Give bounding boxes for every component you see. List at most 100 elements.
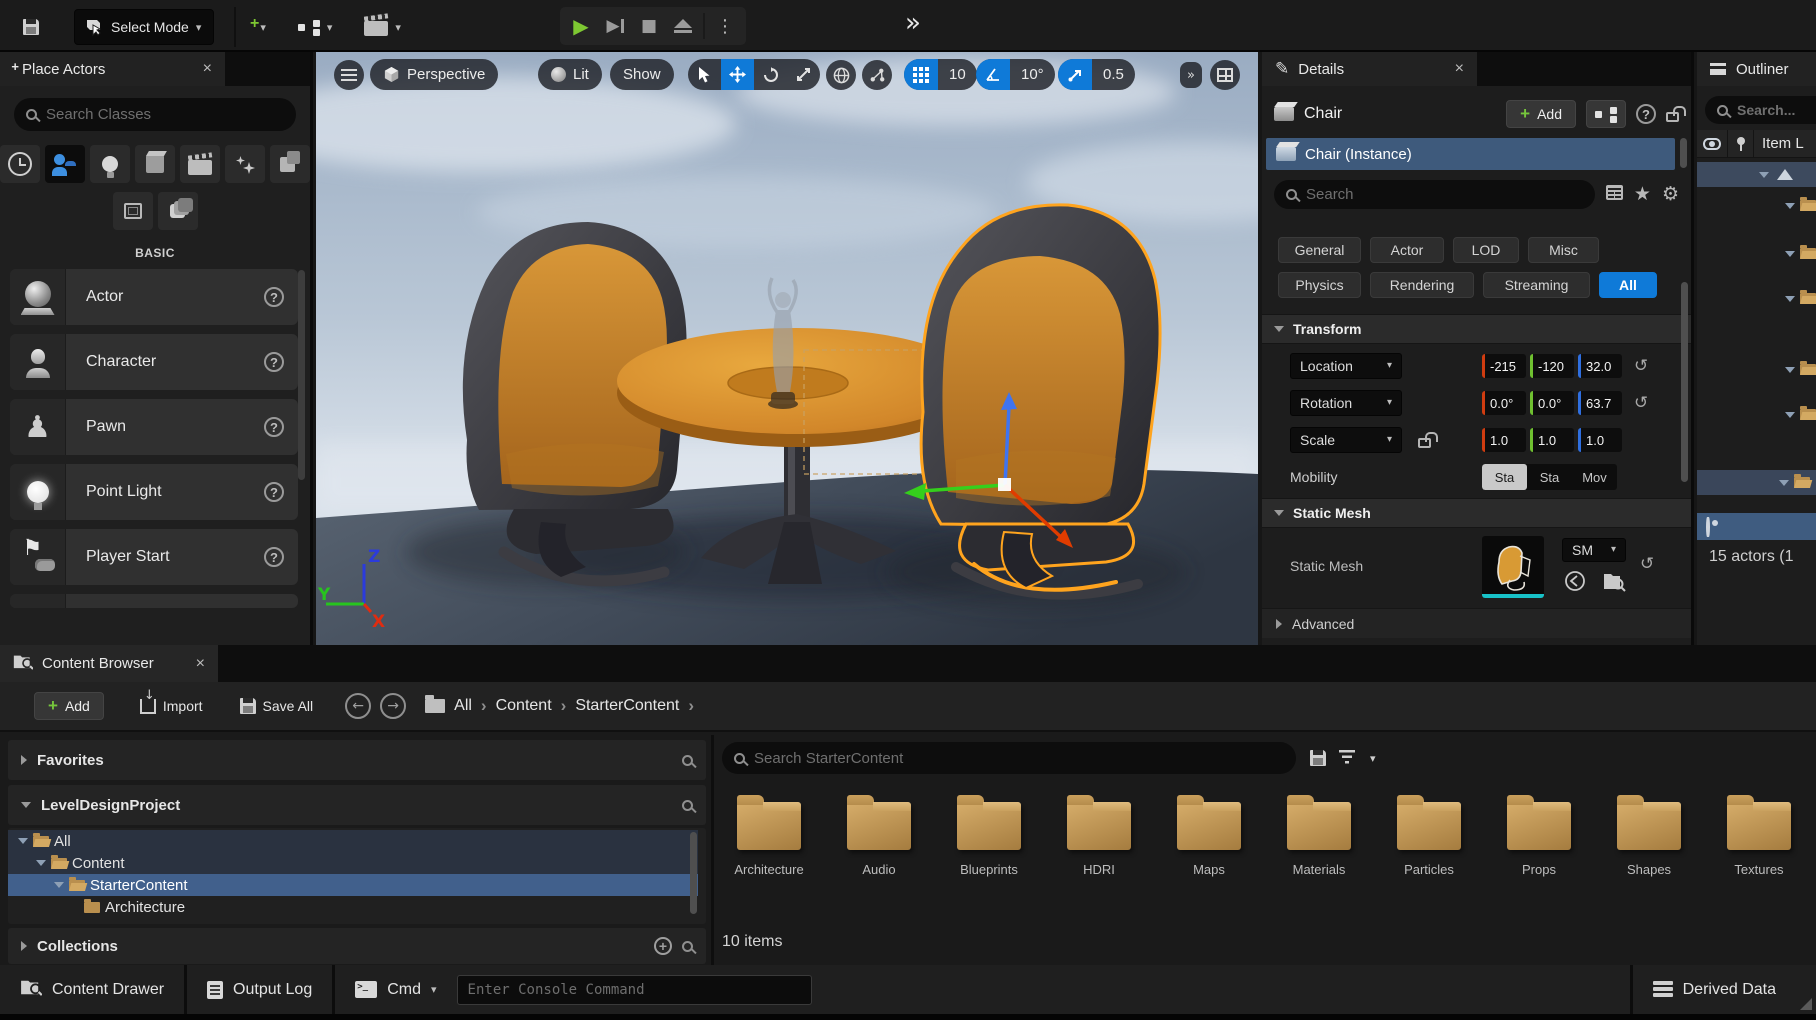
show-dropdown[interactable]: Show bbox=[610, 59, 674, 90]
save-all-button[interactable]: Save All bbox=[231, 688, 323, 724]
stop-button[interactable]: ■ bbox=[632, 9, 666, 43]
list-item-partial[interactable] bbox=[10, 594, 298, 608]
visibility-column-icon[interactable] bbox=[1697, 138, 1727, 150]
blueprints-button[interactable] bbox=[289, 9, 342, 45]
scale-x-input[interactable]: 1.0 bbox=[1482, 428, 1526, 452]
eject-button[interactable] bbox=[666, 9, 700, 43]
details-search[interactable] bbox=[1274, 180, 1595, 209]
filter-icon[interactable] bbox=[1338, 749, 1358, 767]
filter-actor[interactable]: Actor bbox=[1370, 237, 1444, 263]
add-collection-icon[interactable] bbox=[654, 937, 672, 955]
derived-data-button[interactable]: Derived Data bbox=[1633, 965, 1816, 1014]
mobility-stationary[interactable]: Sta bbox=[1527, 464, 1572, 490]
folder-maps[interactable]: Maps bbox=[1154, 795, 1264, 877]
search-icon[interactable] bbox=[682, 800, 693, 811]
rotate-tool-button[interactable] bbox=[754, 59, 787, 90]
location-dropdown[interactable]: Location▾ bbox=[1290, 353, 1402, 379]
folder-materials[interactable]: Materials bbox=[1264, 795, 1374, 877]
folder-hdri[interactable]: HDRI bbox=[1044, 795, 1154, 877]
chevron-down-icon[interactable]: ▾ bbox=[1370, 753, 1376, 764]
quad-view-button[interactable] bbox=[1210, 60, 1240, 90]
scale-z-input[interactable]: 1.0 bbox=[1578, 428, 1622, 452]
cinematics-button[interactable] bbox=[355, 9, 410, 45]
scale-lock-icon[interactable] bbox=[1418, 438, 1431, 448]
viewport-options-button[interactable] bbox=[334, 60, 364, 90]
tab-details[interactable]: Details bbox=[1262, 52, 1477, 86]
add-component-button[interactable]: Add bbox=[1506, 100, 1576, 128]
tab-outliner[interactable]: Outliner bbox=[1697, 52, 1816, 86]
rotation-y-input[interactable]: 0.0° bbox=[1530, 391, 1574, 415]
category-shapes-button[interactable] bbox=[135, 145, 175, 183]
component-row-chair-instance[interactable]: Chair (Instance) bbox=[1266, 138, 1675, 170]
folder-textures[interactable]: Textures bbox=[1704, 795, 1814, 877]
list-item-player-start[interactable]: Player Start bbox=[10, 529, 298, 585]
list-item-pawn[interactable]: Pawn bbox=[10, 399, 298, 455]
mobility-movable[interactable]: Mov bbox=[1572, 464, 1617, 490]
filter-streaming[interactable]: Streaming bbox=[1483, 272, 1590, 298]
console-command-field[interactable] bbox=[457, 975, 812, 1005]
move-tool-button[interactable] bbox=[721, 59, 754, 90]
asset-search-input[interactable] bbox=[754, 750, 1284, 767]
outliner-folder-row[interactable] bbox=[1697, 357, 1816, 382]
tree-item-startercontent-selected[interactable]: StarterContent bbox=[8, 874, 698, 896]
breadcrumb-all[interactable]: All bbox=[454, 697, 472, 715]
folder-particles[interactable]: Particles bbox=[1374, 795, 1484, 877]
static-mesh-section-header[interactable]: Static Mesh bbox=[1262, 498, 1691, 528]
tree-item-architecture[interactable]: Architecture bbox=[8, 896, 694, 918]
outliner-folder-row[interactable] bbox=[1697, 286, 1816, 311]
use-selected-asset-icon[interactable] bbox=[1564, 570, 1586, 595]
surface-snapping-button[interactable] bbox=[862, 60, 892, 90]
mobility-static[interactable]: Sta bbox=[1482, 464, 1527, 490]
tree-item-all[interactable]: All bbox=[8, 830, 698, 852]
place-actors-scrollbar[interactable] bbox=[298, 270, 305, 480]
grid-snap-value[interactable]: 10 bbox=[938, 66, 977, 83]
reset-location-button[interactable] bbox=[1634, 356, 1648, 376]
filter-general[interactable]: General bbox=[1278, 237, 1361, 263]
rotation-z-input[interactable]: 63.7 bbox=[1578, 391, 1622, 415]
cb-add-button[interactable]: Add bbox=[34, 692, 104, 720]
filter-misc[interactable]: Misc bbox=[1528, 237, 1599, 263]
tab-place-actors[interactable]: + Place Actors bbox=[0, 52, 225, 86]
content-drawer-button[interactable]: Content Drawer bbox=[0, 965, 184, 1014]
outliner-world-row[interactable] bbox=[1697, 162, 1816, 187]
chevron-down-icon[interactable] bbox=[54, 882, 64, 888]
component-tree-scrollbar[interactable] bbox=[1680, 138, 1687, 168]
cmd-dropdown[interactable]: Cmd ▾ bbox=[335, 965, 456, 1014]
help-icon[interactable] bbox=[264, 352, 284, 372]
location-x-input[interactable]: -215 bbox=[1482, 354, 1526, 378]
close-icon[interactable] bbox=[203, 60, 212, 78]
transform-section-header[interactable]: Transform bbox=[1262, 314, 1691, 344]
perspective-dropdown[interactable]: Perspective bbox=[370, 59, 498, 90]
help-icon[interactable] bbox=[264, 287, 284, 307]
search-icon[interactable] bbox=[682, 941, 693, 952]
filter-all[interactable]: All bbox=[1599, 272, 1657, 298]
list-item-point-light[interactable]: Point Light bbox=[10, 464, 298, 520]
search-classes-input[interactable] bbox=[46, 106, 284, 123]
category-recent-button[interactable] bbox=[0, 145, 40, 183]
close-icon[interactable] bbox=[196, 655, 205, 673]
list-item-character[interactable]: Character bbox=[10, 334, 298, 390]
chevron-down-icon[interactable] bbox=[18, 838, 28, 844]
outliner-search[interactable] bbox=[1705, 96, 1816, 124]
chevron-down-icon[interactable] bbox=[1779, 480, 1789, 486]
viewport[interactable]: Z Y X Perspective Lit Show 1 bbox=[316, 52, 1258, 645]
filter-lod[interactable]: LOD bbox=[1453, 237, 1519, 263]
folder-audio[interactable]: Audio bbox=[824, 795, 934, 877]
reset-rotation-button[interactable] bbox=[1634, 393, 1648, 413]
rotation-dropdown[interactable]: Rotation▾ bbox=[1290, 390, 1402, 416]
filter-physics[interactable]: Physics bbox=[1278, 272, 1361, 298]
chevron-down-icon[interactable] bbox=[1785, 203, 1795, 209]
breadcrumb-content[interactable]: Content bbox=[496, 697, 552, 715]
chevron-down-icon[interactable] bbox=[36, 860, 46, 866]
category-cinematic-button[interactable] bbox=[180, 145, 220, 183]
place-actors-search[interactable] bbox=[14, 98, 296, 131]
select-tool-button[interactable] bbox=[688, 59, 721, 90]
tab-content-browser[interactable]: Content Browser bbox=[0, 645, 218, 682]
resize-grip[interactable] bbox=[1800, 998, 1812, 1010]
pin-column-icon[interactable] bbox=[1727, 130, 1753, 157]
settings-gear-icon[interactable]: ⚙ bbox=[1662, 185, 1679, 204]
visibility-eye-icon[interactable] bbox=[1706, 519, 1710, 535]
scale-snap-control[interactable]: 0.5 bbox=[1058, 59, 1135, 90]
location-z-input[interactable]: 32.0 bbox=[1578, 354, 1622, 378]
project-header[interactable]: LevelDesignProject bbox=[8, 785, 706, 825]
